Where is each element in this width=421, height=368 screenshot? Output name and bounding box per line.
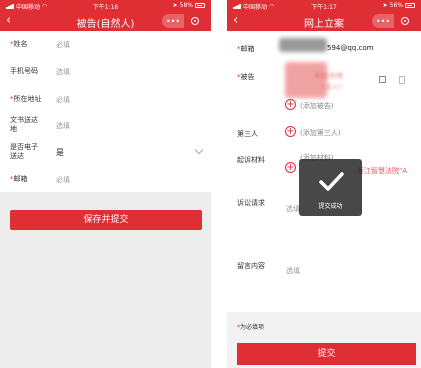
close-miniprogram-icon[interactable] <box>394 14 416 28</box>
defendant-type: (法人) <box>322 83 342 91</box>
battery-percent: 56% <box>389 2 403 9</box>
trash-icon[interactable] <box>399 76 405 84</box>
field-label: 姓名 <box>13 40 28 48</box>
more-icon[interactable]: ••• <box>372 14 394 28</box>
add-third-party-icon[interactable]: + <box>285 126 296 137</box>
field-label: 文书送达地 <box>10 116 38 133</box>
address-input[interactable]: 必填 <box>56 95 70 105</box>
email-value: 594@qq.com <box>327 44 374 52</box>
phone-input[interactable]: 选填 <box>56 67 70 77</box>
nav-bar: ‹ 被告(自然人) ••• <box>0 11 211 31</box>
materials-label: 起诉材料 <box>237 156 265 164</box>
location-icon: ➤ <box>172 2 178 9</box>
status-bar: 中国移动 ◠ 下午1:16 ➤ 58% <box>0 0 211 11</box>
battery-percent: 58% <box>179 2 193 9</box>
nav-bar: ‹ 网上立案 ••• <box>227 11 421 31</box>
status-bar: 中国移动 ◠ 下午1:17 ➤ 56% <box>227 0 421 11</box>
message-input[interactable]: 选填 <box>286 266 300 276</box>
battery-icon <box>405 3 415 8</box>
field-label: 手机号码 <box>10 67 38 75</box>
add-defendant-link[interactable]: (添加被告) <box>300 101 333 111</box>
name-input[interactable]: 必填 <box>56 40 70 50</box>
add-defendant-icon[interactable]: + <box>285 99 296 110</box>
left-phone-screen: 中国移动 ◠ 下午1:16 ➤ 58% ‹ 被告(自然人) ••• *姓名 必填… <box>0 0 211 368</box>
battery-icon <box>195 3 205 8</box>
add-third-party-link[interactable]: (添加第三人) <box>300 128 340 138</box>
close-miniprogram-icon[interactable] <box>184 14 206 28</box>
chevron-down-icon[interactable] <box>194 145 204 155</box>
redacted-email <box>279 38 327 52</box>
service-address-input[interactable]: 选填 <box>56 121 70 131</box>
submit-button[interactable]: 提交 <box>237 343 416 365</box>
email-label: *邮箱 <box>237 45 255 53</box>
more-icon[interactable]: ••• <box>162 14 184 28</box>
capsule-menu: ••• <box>372 14 416 28</box>
materials-file-name: 浙江智慧法院"A <box>357 167 408 175</box>
right-phone-screen: 中国移动 ◠ 下午1:17 ➤ 56% ‹ 网上立案 ••• *邮箱 594@q… <box>227 0 421 368</box>
add-materials-icon[interactable]: + <box>285 162 296 173</box>
claims-label: 诉讼请求 <box>237 199 265 207</box>
field-label: 邮箱 <box>13 175 28 183</box>
message-label: 留言内容 <box>237 262 265 270</box>
electronic-service-select[interactable]: 是 <box>56 147 64 158</box>
capsule-menu: ••• <box>162 14 206 28</box>
location-icon: ➤ <box>382 2 388 9</box>
third-party-label: 第三人 <box>237 130 258 138</box>
edit-icon[interactable] <box>379 76 386 83</box>
success-toast: 提交成功 <box>299 159 362 216</box>
defendant-name: 科技有限 <box>315 72 343 80</box>
email-input[interactable]: 必填 <box>56 175 70 185</box>
field-label: 是否电子送达 <box>10 143 38 160</box>
checkmark-icon <box>319 172 344 191</box>
save-submit-button[interactable]: 保存并提交 <box>10 210 202 230</box>
toast-message: 提交成功 <box>318 203 343 210</box>
field-label: 所在地址 <box>13 95 42 103</box>
claims-input[interactable]: 选填 <box>286 204 300 214</box>
defendant-label: *被告 <box>237 73 255 81</box>
required-note: *为必填项 <box>237 324 265 331</box>
